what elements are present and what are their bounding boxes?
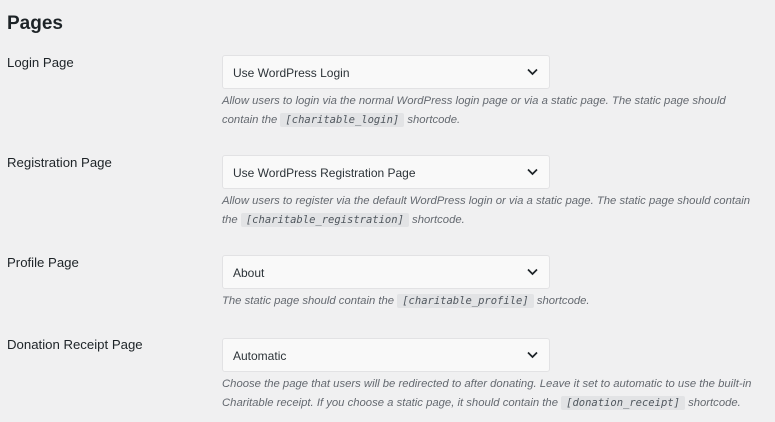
chevron-down-icon [527, 268, 538, 276]
registration-page-label: Registration Page [7, 155, 112, 170]
registration-shortcode: [charitable_registration] [240, 213, 409, 227]
profile-page-selected-value: About [233, 266, 265, 280]
page-title: Pages [7, 13, 63, 34]
profile-page-select[interactable]: About [222, 255, 550, 289]
login-page-description: Allow users to login via the normal Word… [222, 92, 762, 130]
registration-page-select[interactable]: Use WordPress Registration Page [222, 155, 550, 189]
donation-receipt-page-description: Choose the page that users will be redir… [222, 375, 762, 413]
login-page-select[interactable]: Use WordPress Login [222, 55, 550, 89]
profile-page-description-text: The static page should contain the [222, 295, 395, 307]
login-shortcode: [charitable_login] [280, 113, 405, 127]
profile-page-description-suffix: shortcode. [536, 295, 590, 307]
chevron-down-icon [527, 68, 538, 76]
registration-page-description: Allow users to register via the default … [222, 192, 762, 230]
donation-receipt-page-label: Donation Receipt Page [7, 337, 143, 352]
profile-page-label: Profile Page [7, 255, 79, 270]
login-page-description-suffix: shortcode. [407, 114, 461, 126]
login-page-selected-value: Use WordPress Login [233, 66, 350, 80]
chevron-down-icon [527, 351, 538, 359]
donation-receipt-shortcode: [donation_receipt] [561, 396, 685, 410]
donation-receipt-page-select[interactable]: Automatic [222, 338, 550, 372]
registration-page-selected-value: Use WordPress Registration Page [233, 166, 416, 180]
donation-receipt-page-selected-value: Automatic [233, 349, 287, 363]
profile-page-description: The static page should contain the [char… [222, 292, 762, 311]
chevron-down-icon [527, 168, 538, 176]
login-page-label: Login Page [7, 55, 74, 70]
donation-receipt-page-description-suffix: shortcode. [688, 397, 741, 409]
profile-shortcode: [charitable_profile] [397, 294, 534, 308]
registration-page-description-suffix: shortcode. [412, 214, 465, 226]
